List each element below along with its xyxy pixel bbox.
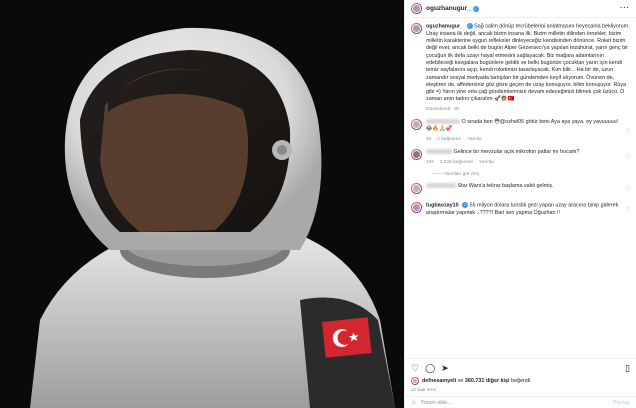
comment-input[interactable]: Yorum ekle...	[421, 400, 452, 406]
comment-like-icon[interactable]: ♡	[625, 128, 630, 135]
caption-edited: Düzenlendi · 9h	[426, 106, 460, 112]
comment-likes[interactable]: 2 beğenme	[437, 137, 461, 143]
comment-text: Gelince bir mevzular açık mikrofon patla…	[453, 149, 580, 156]
verified-icon: ✓	[472, 5, 479, 12]
commenter-avatar[interactable]	[411, 182, 422, 194]
commenter-avatar[interactable]	[411, 149, 422, 161]
more-options-icon[interactable]: ···	[620, 5, 630, 12]
caption-username[interactable]: oguzhanugur_	[426, 23, 463, 29]
comment-likes[interactable]: 2.336 beğenme	[440, 160, 473, 166]
bookmark-icon[interactable]: ▯	[625, 363, 630, 374]
comment-text: Star Wars'a tekrar başlama vakti gelmiş.	[457, 182, 554, 189]
heart-icon[interactable]: ♡	[411, 363, 419, 374]
comment-like-icon[interactable]: ♡	[625, 154, 630, 161]
comment-item: Star Wars'a tekrar başlama vakti gelmiş.…	[411, 182, 630, 194]
likes-count[interactable]: 360.731 diğer kişi	[465, 378, 510, 384]
author-username[interactable]: oguzhanugur_	[426, 5, 471, 12]
comment-item: Gelince bir mevzular açık mikrofon patla…	[411, 149, 630, 166]
likes-line: defnesamyeli ve 360.731 diğer kişi beğen…	[411, 377, 630, 385]
post-header: oguzhanugur_ ✓ ···	[405, 0, 636, 18]
caption-avatar[interactable]	[411, 23, 422, 34]
comment-composer: ☺ Yorum ekle... Paylaş	[405, 396, 636, 408]
comments-scroll[interactable]: oguzhanugur_ ✓ Sağ salim dönüp tecrübele…	[405, 19, 636, 356]
post-photo[interactable]	[0, 0, 404, 408]
commenter-avatar[interactable]	[411, 201, 422, 213]
post-comment-button[interactable]: Paylaş	[613, 400, 630, 406]
commenter-username-blurred[interactable]	[426, 149, 452, 155]
comment-icon[interactable]: ◯	[425, 363, 435, 374]
verified-icon: ✓	[462, 201, 469, 208]
comment-time: 2s	[426, 136, 432, 142]
post-modal: oguzhanugur_ ✓ ··· oguzhanugur_ ✓ Sağ sa…	[0, 0, 636, 408]
reply-button[interactable]: Yanıtla	[479, 160, 494, 166]
reply-button[interactable]: Yanıtla	[467, 137, 482, 143]
commenter-username-blurred[interactable]	[426, 119, 460, 125]
post-timestamp[interactable]: 10 saat önce	[411, 387, 630, 392]
commenter-avatar[interactable]	[411, 119, 422, 131]
caption: oguzhanugur_ ✓ Sağ salim dönüp tecrübele…	[411, 23, 630, 113]
view-replies-label: Yanıtları gör (52)	[443, 171, 480, 177]
commenter-username-blurred[interactable]	[426, 183, 456, 189]
commenter-username[interactable]: tugbaozay10	[426, 202, 459, 208]
liker-username[interactable]: defnesamyeli	[422, 378, 456, 384]
astronaut-image	[0, 0, 404, 408]
likes-suffix: beğendi	[511, 378, 531, 384]
post-sidebar: oguzhanugur_ ✓ ··· oguzhanugur_ ✓ Sağ sa…	[404, 0, 636, 408]
comment-item: tugbaozay10 ✓ 55 milyon dolara turistik …	[411, 201, 630, 217]
liker-avatar	[411, 377, 419, 385]
emoji-icon[interactable]: ☺	[411, 400, 417, 406]
share-icon[interactable]: ➤	[441, 363, 449, 374]
view-replies-button[interactable]: —— Yanıtları gör (52)	[433, 172, 630, 177]
comment-like-icon[interactable]: ♡	[625, 185, 630, 192]
verified-icon: ✓	[466, 23, 473, 29]
comment-item: O sırada ben 😳@ozhel05 götür beni Aya ay…	[411, 119, 630, 143]
author-avatar[interactable]	[411, 3, 422, 14]
comment-like-icon[interactable]: ♡	[625, 206, 630, 213]
comment-time: 10s	[426, 159, 434, 165]
likes-connector: ve	[457, 378, 464, 384]
caption-text: Sağ salim dönüp tecrübelerini anlatmasın…	[426, 23, 630, 103]
